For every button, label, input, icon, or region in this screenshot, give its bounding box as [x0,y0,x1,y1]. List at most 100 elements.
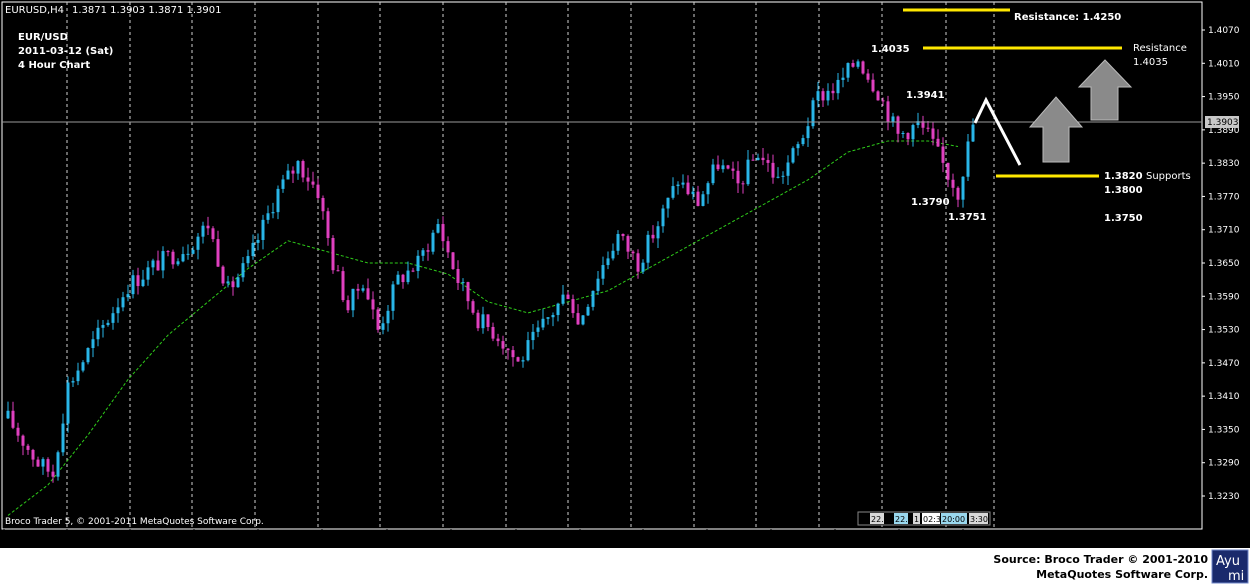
candle-body [191,249,195,254]
candle-body [766,160,770,163]
candle-body [726,165,730,169]
candle-body [821,91,825,101]
candle-body [396,274,400,285]
y-tick-label: 1.4070 [1208,26,1240,36]
logo-line-2: mi [1228,569,1244,584]
candle-body [21,435,25,446]
candle-body [346,300,350,311]
y-tick-label: 1.3830 [1208,159,1240,169]
candle-body [151,260,155,268]
candle-body [386,310,390,324]
candle-body [856,61,860,67]
candle-body [216,239,220,267]
x-tick-label: 25 Feb 00:00 [706,535,765,545]
time-scroll-label-5: 20:00 [942,515,965,524]
resistance-value: 1.4035 [1133,57,1168,68]
candle-body [546,317,550,319]
candle-body [121,297,125,308]
candle-body [901,132,905,134]
candle-body [426,250,430,252]
candle-body [286,170,290,180]
candle-body [101,325,105,328]
candle-body [66,382,70,424]
candle-body [196,236,200,250]
y-tick-label: 1.3530 [1208,326,1240,336]
candle-body [851,63,855,67]
candle-body [666,197,670,209]
candle-body [46,459,50,472]
candle-body [481,314,485,329]
candle-body [31,449,35,460]
candle-body [16,427,20,436]
time-scroll-label-1: 22. [871,515,884,524]
candle-body [836,79,840,94]
candle-body [896,116,900,134]
candle-body [861,61,865,74]
candle-body [661,208,665,227]
candle-body [26,445,30,450]
candle-body [161,251,165,271]
candle-body [266,213,270,220]
candle-body [646,234,650,263]
y-tick-label: 1.3410 [1208,392,1240,402]
candle-body [841,77,845,80]
candle-body [486,314,490,327]
candle-body [316,184,320,198]
x-tick-label: 17 Feb 16:00 [579,535,638,545]
candle-body [631,251,635,254]
candle-body [596,278,600,291]
candle-body [531,331,535,341]
candle-body [81,362,85,371]
candle-body [691,191,695,195]
candle-body [511,350,515,358]
candle-body [226,281,230,284]
candle-body [471,301,475,313]
candle-body [556,303,560,316]
candle-body [91,339,95,349]
candle-body [56,452,60,477]
candle-body [166,251,170,253]
source-line-2: MetaQuotes Software Corp. [1036,568,1208,581]
candle-body [551,315,555,318]
candle-body [721,165,725,170]
candle-body [906,132,910,140]
candle-body [436,224,440,233]
candle-body [311,181,315,185]
time-scroll-labels: 22. 22. 1 02:3 20:00 3:30 [857,511,991,526]
candle-body [146,267,150,280]
x-tick-label: 10 Feb 08:00 [450,535,509,545]
candle-body [271,212,275,214]
x-tick-label: 4 Mar 08:00 [834,535,889,545]
candle-body [911,125,915,140]
candle-body [801,138,805,145]
candle-body [221,266,225,284]
candle-body [706,183,710,195]
candle-body [791,148,795,163]
x-tick-label: 1 Mar 16:00 [770,535,825,545]
symbol-label: EURUSD,H4 [5,5,64,16]
candle-body [326,211,330,239]
candle-body [456,268,460,283]
candle-body [181,254,185,262]
candle-body [711,164,715,184]
date-label: 2011-03-12 (Sat) [18,46,113,57]
candle-body [846,63,850,78]
support-value-2: 1.3800 [1104,185,1143,196]
copyright-label: Broco Trader 5, © 2001-2011 MetaQuotes S… [5,517,264,527]
candle-body [341,271,345,301]
candle-body [241,263,245,278]
x-tick-label: 31 Jan 08:00 [257,535,314,545]
y-tick-label: 1.3710 [1208,226,1240,236]
candle-body [441,224,445,242]
candle-body [611,250,615,259]
candle-body [866,73,870,80]
timeframe-label: 4 Hour Chart [18,60,90,71]
candle-body [741,183,745,185]
candle-body [756,157,760,161]
candle-body [361,288,365,291]
candle-body [871,79,875,92]
candle-body [831,90,835,94]
candle-body [76,370,80,382]
candle-body [956,187,960,200]
candle-body [961,176,965,200]
